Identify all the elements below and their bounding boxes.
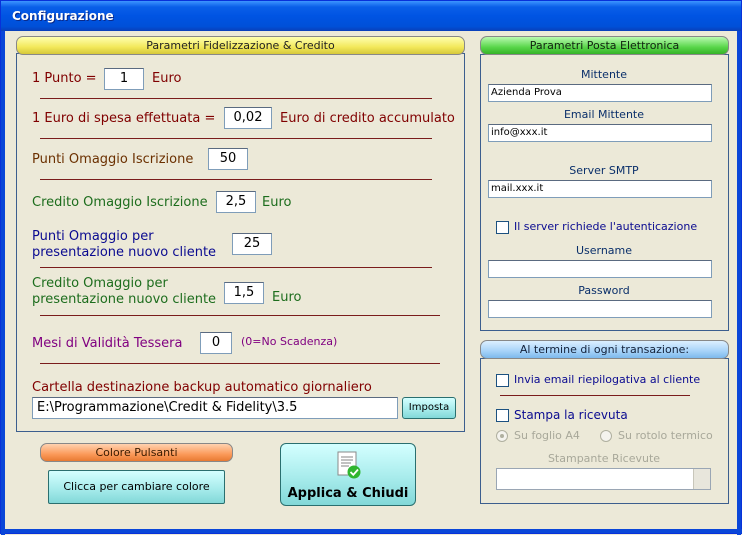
backup-folder-label: Cartella destinazione backup automatico … — [32, 380, 372, 395]
credito-presentazione-input[interactable]: 1,5 — [224, 282, 264, 304]
mittente-label: Mittente — [581, 68, 627, 81]
password-label: Password — [578, 284, 630, 297]
fidelity-header: Parametri Fidelizzazione & Credito — [16, 36, 465, 55]
email-header: Parametri Posta Elettronica — [480, 36, 729, 55]
invia-email-checkbox[interactable] — [496, 374, 509, 387]
window-frame-left — [1, 31, 5, 535]
credito-presentazione-unit: Euro — [272, 290, 302, 305]
separator-4 — [40, 267, 432, 268]
window-frame-bottom — [1, 529, 742, 533]
email-mittente-label: Email Mittente — [563, 108, 644, 121]
change-color-button[interactable]: Clicca per cambiare colore — [48, 470, 225, 504]
mesi-validita-note: (0=No Scadenza) — [241, 335, 338, 348]
su-foglio-radio[interactable] — [496, 430, 508, 442]
euro-spesa-unit: Euro di credito accumulato — [280, 111, 455, 126]
punto-input[interactable]: 1 — [104, 68, 144, 90]
euro-spesa-input[interactable]: 0,02 — [224, 107, 272, 129]
mittente-input[interactable]: Azienda Prova — [488, 84, 712, 102]
stampa-ricevuta-checkbox[interactable] — [496, 409, 509, 422]
transaction-separator — [500, 395, 690, 396]
credito-iscrizione-input[interactable]: 2,5 — [216, 191, 256, 213]
title-bar[interactable]: Configurazione — [1, 1, 741, 31]
imposta-button[interactable]: Imposta — [402, 397, 456, 419]
stampante-ricevute-select[interactable] — [496, 468, 711, 490]
mesi-validita-input[interactable]: 0 — [200, 332, 232, 354]
auth-label: Il server richiede l'autenticazione — [514, 220, 698, 233]
punti-presentazione-label-2: presentazione nuovo cliente — [32, 245, 217, 260]
email-mittente-input[interactable]: info@xxx.it — [488, 124, 712, 142]
punto-unit: Euro — [152, 71, 182, 86]
password-input[interactable] — [488, 300, 712, 318]
stampa-ricevuta-label: Stampa la ricevuta — [514, 408, 628, 422]
username-label: Username — [575, 244, 633, 257]
colore-pulsanti-header: Colore Pulsanti — [40, 443, 233, 462]
apply-close-label: Applica & Chiudi — [287, 486, 409, 501]
server-smtp-input[interactable]: mail.xxx.it — [488, 180, 712, 198]
apply-document-check-icon — [337, 451, 361, 479]
username-input[interactable] — [488, 260, 712, 278]
su-rotolo-label: Su rotolo termico — [618, 429, 713, 442]
invia-email-label: Invia email riepilogativa al cliente — [514, 373, 701, 386]
transaction-header: Al termine di ogni transazione: — [480, 340, 729, 359]
credito-presentazione-label-2: presentazione nuovo cliente — [32, 292, 217, 307]
window-frame-right — [737, 31, 741, 535]
separator-6 — [40, 363, 440, 364]
separator-3 — [40, 179, 432, 180]
punti-presentazione-label-1: Punti Omaggio per — [32, 229, 154, 244]
su-rotolo-radio[interactable] — [600, 430, 612, 442]
punto-label: 1 Punto = — [32, 71, 97, 86]
window-title: Configurazione — [12, 9, 114, 23]
credito-presentazione-label-1: Credito Omaggio per — [32, 276, 168, 291]
punti-presentazione-input[interactable]: 25 — [232, 233, 272, 255]
chevron-down-icon[interactable] — [693, 469, 710, 489]
server-smtp-label: Server SMTP — [569, 164, 639, 177]
separator-2 — [40, 138, 432, 139]
punti-iscrizione-input[interactable]: 50 — [208, 148, 248, 170]
euro-spesa-label: 1 Euro di spesa effettuata = — [32, 111, 216, 126]
credito-iscrizione-label: Credito Omaggio Iscrizione — [32, 195, 208, 210]
stampante-ricevute-label: Stampante Ricevute — [547, 452, 661, 465]
punti-iscrizione-label: Punti Omaggio Iscrizione — [32, 152, 194, 167]
auth-checkbox[interactable] — [496, 221, 509, 234]
apply-close-button[interactable]: Applica & Chiudi — [280, 443, 416, 506]
su-foglio-label: Su foglio A4 — [514, 429, 580, 442]
separator-1 — [40, 98, 432, 99]
mesi-validita-label: Mesi di Validità Tessera — [32, 336, 183, 351]
separator-5 — [40, 315, 440, 316]
configuration-window: Configurazione Parametri Fidelizzazione … — [0, 0, 742, 535]
backup-path-input[interactable]: E:\Programmazione\Credit & Fidelity\3.5 — [32, 397, 398, 419]
credito-iscrizione-unit: Euro — [262, 195, 292, 210]
